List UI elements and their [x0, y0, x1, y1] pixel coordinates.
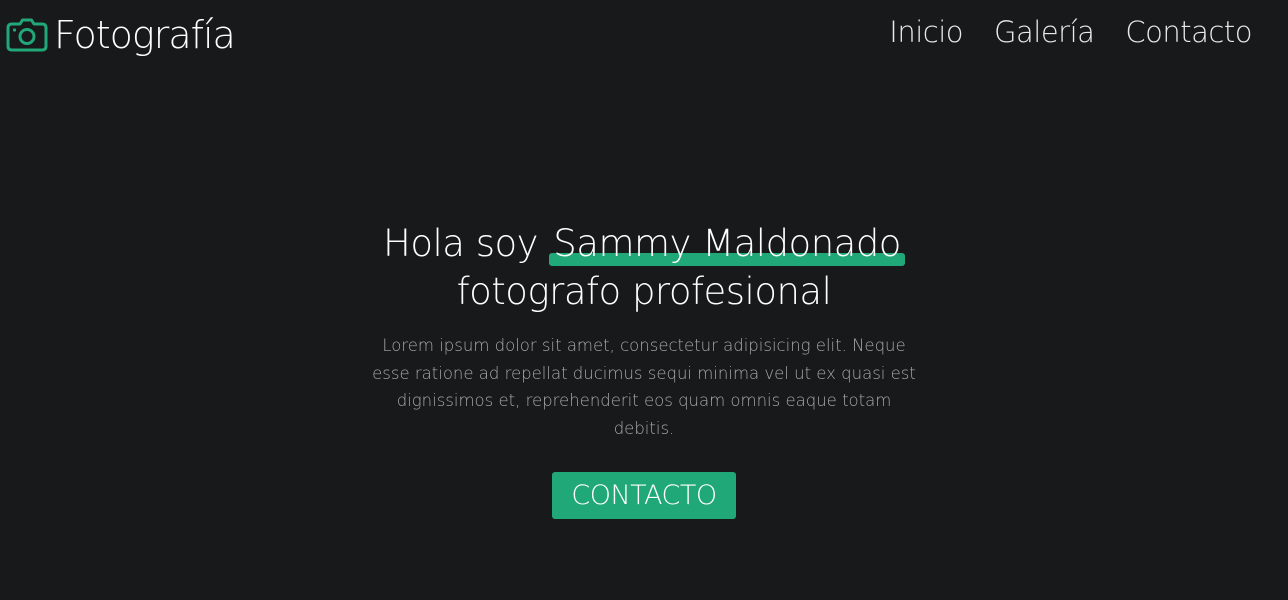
hero-subtitle: fotografo profesional — [456, 270, 832, 313]
brand-logo-link[interactable]: Fotografía — [6, 12, 236, 58]
hero-title: Hola soy Sammy Maldonado fotografo profe… — [0, 220, 1288, 316]
main-nav: Inicio Galería Contacto — [889, 14, 1252, 50]
hero-description: Lorem ipsum dolor sit amet, consectetur … — [372, 336, 916, 438]
contact-button[interactable]: CONTACTO — [552, 472, 736, 519]
camera-icon — [6, 18, 48, 52]
nav-link-contacto[interactable]: Contacto — [1125, 14, 1252, 50]
hero-name-highlight: Sammy Maldonado — [549, 220, 905, 268]
brand-title: Fotografía — [54, 13, 236, 57]
page: Fotografía Inicio Galería Contacto Hola … — [0, 0, 1288, 600]
nav-link-inicio[interactable]: Inicio — [889, 14, 963, 50]
hero-section: Hola soy Sammy Maldonado fotografo profe… — [0, 220, 1288, 519]
hero-greeting: Hola soy — [383, 222, 539, 265]
nav-link-galeria[interactable]: Galería — [994, 14, 1095, 50]
site-header: Fotografía Inicio Galería Contacto — [0, 0, 1288, 76]
